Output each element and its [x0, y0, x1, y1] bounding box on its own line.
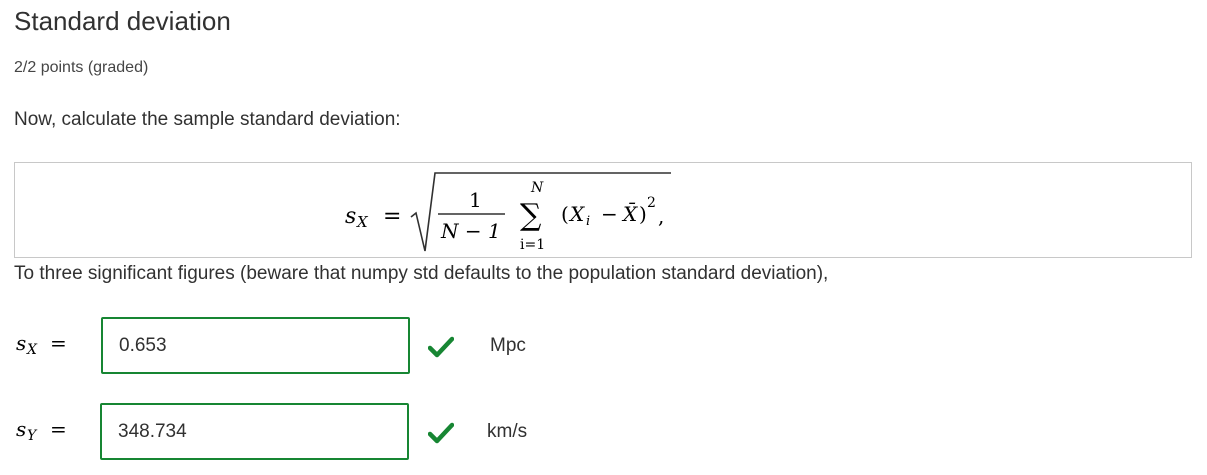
formula-denominator: N − 1: [440, 219, 501, 243]
formula-term-x: X: [568, 202, 585, 226]
formula-sum-symbol: ∑: [520, 198, 542, 233]
formula-term-xbar: X̄: [621, 201, 638, 226]
correct-check-icon: [428, 422, 454, 444]
formula-sum-lower: i=1: [520, 237, 545, 253]
problem-instruction: To three significant figures (beware tha…: [14, 263, 829, 284]
answer-label-sx: s X =: [16, 331, 67, 358]
svg-text:X: X: [26, 342, 38, 358]
formula-term-minus: −: [601, 202, 618, 226]
formula-trailing-comma: ,: [658, 204, 664, 228]
svg-text:Y: Y: [27, 428, 38, 444]
formula-box: s X = 1 N − 1 N ∑ i=1 ( X i − X̄ ) 2 ,: [14, 162, 1192, 258]
problem-title: Standard deviation: [14, 6, 231, 36]
sy-answer-input[interactable]: [100, 403, 409, 460]
formula-numerator: 1: [469, 188, 482, 212]
sy-unit: km/s: [487, 421, 528, 442]
answer-row-sx: s X = Mpc: [0, 316, 1207, 374]
correct-check-icon: [428, 336, 454, 358]
formula-term-close: ): [639, 202, 647, 226]
formula-lhs-sub: X: [356, 213, 369, 231]
sample-std-formula: s X = 1 N − 1 N ∑ i=1 ( X i − X̄ ) 2 ,: [345, 172, 671, 253]
svg-text:=: =: [50, 417, 67, 441]
formula-lhs-var: s: [345, 204, 356, 229]
svg-text:=: =: [50, 331, 67, 355]
svg-text:s: s: [16, 417, 26, 441]
problem-prompt: Now, calculate the sample standard devia…: [14, 109, 401, 130]
formula-equals: =: [383, 204, 401, 229]
formula-sum-upper: N: [530, 180, 544, 196]
sx-unit: Mpc: [490, 335, 526, 356]
points-status: 2/2 points (graded): [14, 59, 149, 76]
svg-text:s: s: [16, 331, 26, 355]
formula-exponent: 2: [647, 195, 656, 211]
answer-label-sy: s Y =: [16, 417, 67, 444]
answer-row-sy: s Y = km/s: [0, 402, 1207, 460]
sx-answer-input[interactable]: [101, 317, 410, 374]
formula-term-i: i: [586, 214, 590, 229]
formula-term-open: (: [561, 202, 569, 226]
